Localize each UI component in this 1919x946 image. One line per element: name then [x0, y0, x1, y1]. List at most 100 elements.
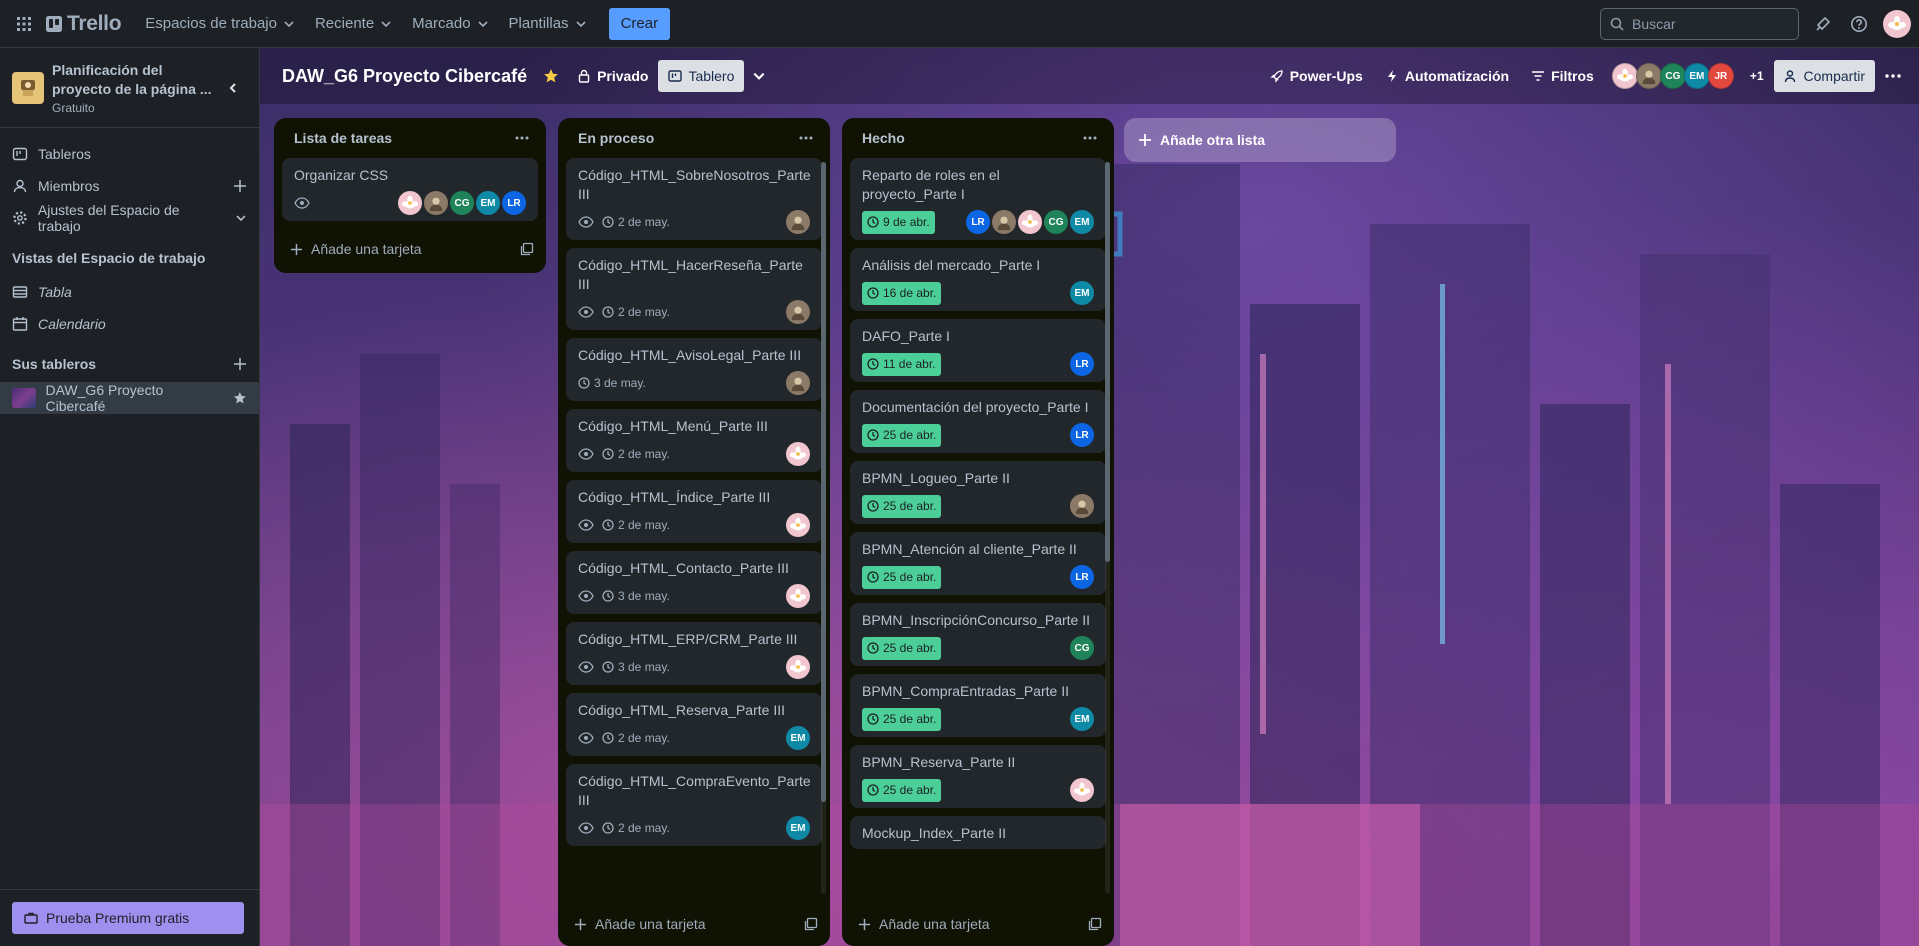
nav-menu-item[interactable]: Reciente [305, 8, 402, 40]
due-date-badge[interactable]: 2 de may. [602, 213, 670, 232]
card[interactable]: DAFO_Parte I 11 de abr. LR [850, 319, 1106, 382]
list-scrollbar-thumb[interactable] [1105, 162, 1110, 562]
list-scrollbar[interactable] [1105, 162, 1110, 894]
powerups-button[interactable]: Power-Ups [1260, 60, 1373, 92]
nav-menu-item[interactable]: Marcado [402, 8, 498, 40]
search-input[interactable]: Buscar [1600, 7, 1799, 40]
member-avatar[interactable]: CG [1070, 636, 1094, 660]
member-avatar[interactable]: EM [786, 726, 810, 750]
member-avatar-photo-icon[interactable] [1070, 494, 1094, 518]
member-avatar-flower-icon[interactable] [398, 191, 422, 215]
due-date-badge[interactable]: 3 de may. [578, 374, 646, 393]
list-menu-icon[interactable] [1078, 126, 1102, 150]
due-date-badge[interactable]: 3 de may. [602, 587, 670, 606]
due-date-badge[interactable]: 9 de abr. [862, 210, 935, 234]
card[interactable]: BPMN_Logueo_Parte II 25 de abr. [850, 461, 1106, 524]
star-board-button[interactable] [535, 60, 567, 92]
due-date-badge[interactable]: 25 de abr. [862, 778, 942, 802]
member-avatar[interactable]: EM [1070, 707, 1094, 731]
add-card-button[interactable]: Añade una tarjeta [290, 241, 422, 257]
card[interactable]: Mockup_Index_Parte II [850, 816, 1106, 849]
member-avatar[interactable]: LR [966, 210, 990, 234]
due-date-badge[interactable]: 3 de may. [602, 658, 670, 677]
card[interactable]: BPMN_CompraEntradas_Parte II 25 de abr. EM [850, 674, 1106, 737]
card-template-icon[interactable] [1088, 917, 1102, 931]
sidebar-item-table-view[interactable]: Tabla [0, 276, 259, 308]
list-scrollbar-thumb[interactable] [821, 162, 826, 802]
member-avatar[interactable]: LR [1070, 352, 1094, 376]
due-date-badge[interactable]: 2 de may. [602, 303, 670, 322]
list-title[interactable]: Lista de tareas [294, 130, 392, 146]
member-avatar[interactable]: EM [1070, 281, 1094, 305]
premium-trial-button[interactable]: Prueba Premium gratis [12, 902, 244, 934]
due-date-badge[interactable]: 25 de abr. [862, 423, 942, 447]
view-switcher-button[interactable] [744, 60, 774, 92]
card[interactable]: Código_HTML_Menú_Parte III 2 de may. [566, 409, 822, 472]
member-avatar-photo-icon[interactable] [1635, 63, 1662, 89]
card[interactable]: Reparto de roles en el proyecto_Parte I 9… [850, 158, 1106, 240]
collapse-sidebar-icon[interactable] [219, 74, 247, 102]
trello-logo[interactable]: Trello [46, 12, 122, 36]
card-template-icon[interactable] [520, 242, 534, 256]
add-member-icon[interactable] [233, 179, 247, 193]
help-icon[interactable] [1847, 12, 1871, 36]
more-members-count[interactable]: +1 [1750, 69, 1764, 83]
member-avatar-flower-icon[interactable] [1611, 63, 1638, 89]
add-board-icon[interactable] [233, 357, 247, 371]
due-date-badge[interactable]: 25 de abr. [862, 636, 942, 660]
sidebar-item-calendar-view[interactable]: Calendario [0, 308, 259, 340]
member-avatar-flower-icon[interactable] [1070, 778, 1094, 802]
member-avatar-photo-icon[interactable] [786, 210, 810, 234]
due-date-badge[interactable]: 25 de abr. [862, 494, 942, 518]
account-avatar[interactable] [1883, 9, 1911, 38]
card[interactable]: Código_HTML_Índice_Parte III 2 de may. [566, 480, 822, 543]
card-template-icon[interactable] [804, 917, 818, 931]
card[interactable]: Organizar CSS CG EM LR [282, 158, 538, 221]
card[interactable]: Análisis del mercado_Parte I 16 de abr. EM [850, 248, 1106, 311]
member-avatar[interactable]: EM [1070, 210, 1094, 234]
card[interactable]: BPMN_InscripciónConcurso_Parte II 25 de a… [850, 603, 1106, 666]
star-icon[interactable] [233, 391, 247, 405]
member-avatar-photo-icon[interactable] [786, 371, 810, 395]
sidebar-item-boards[interactable]: Tableros [0, 138, 259, 170]
nav-menu-item[interactable]: Espacios de trabajo [135, 8, 305, 40]
nav-menu-item[interactable]: Plantillas [499, 8, 597, 40]
board-view-button[interactable]: Tablero [658, 60, 745, 92]
due-date-badge[interactable]: 25 de abr. [862, 565, 942, 589]
member-avatar[interactable]: LR [502, 191, 526, 215]
add-card-button[interactable]: Añade una tarjeta [858, 916, 990, 932]
due-date-badge[interactable]: 11 de abr. [862, 352, 941, 376]
list-scrollbar[interactable] [821, 162, 826, 894]
notifications-icon[interactable] [1811, 12, 1835, 36]
share-button[interactable]: Compartir [1773, 60, 1875, 92]
member-avatar-photo-icon[interactable] [786, 300, 810, 324]
automation-button[interactable]: Automatización [1375, 60, 1519, 92]
member-avatar-flower-icon[interactable] [786, 513, 810, 537]
member-avatar[interactable]: JR [1707, 63, 1734, 89]
member-avatar-flower-icon[interactable] [786, 442, 810, 466]
card[interactable]: BPMN_Reserva_Parte II 25 de abr. [850, 745, 1106, 808]
card[interactable]: Código_HTML_Contacto_Parte III 3 de may. [566, 551, 822, 614]
board-members[interactable]: CG EM JR [1611, 63, 1734, 89]
visibility-button[interactable]: Privado [567, 60, 658, 92]
due-date-badge[interactable]: 2 de may. [602, 516, 670, 535]
member-avatar-flower-icon[interactable] [786, 584, 810, 608]
due-date-badge[interactable]: 2 de may. [602, 819, 670, 838]
card[interactable]: Código_HTML_HacerReseña_Parte III 2 de ma… [566, 248, 822, 330]
list-menu-icon[interactable] [510, 126, 534, 150]
due-date-badge[interactable]: 25 de abr. [862, 707, 942, 731]
due-date-badge[interactable]: 16 de abr. [862, 281, 942, 305]
card[interactable]: BPMN_Atención al cliente_Parte II 25 de a… [850, 532, 1106, 595]
app-switcher-icon[interactable] [12, 12, 36, 36]
sidebar-item-settings[interactable]: Ajustes del Espacio de trabajo [0, 202, 259, 234]
card[interactable]: Código_HTML_ERP/CRM_Parte III 3 de may. [566, 622, 822, 685]
member-avatar-flower-icon[interactable] [786, 655, 810, 679]
card[interactable]: Código_HTML_CompraEvento_Parte III 2 de m… [566, 764, 822, 846]
member-avatar[interactable]: LR [1070, 423, 1094, 447]
member-avatar-flower-icon[interactable] [1018, 210, 1042, 234]
member-avatar[interactable]: LR [1070, 565, 1094, 589]
add-card-button[interactable]: Añade una tarjeta [574, 916, 706, 932]
member-avatar[interactable]: CG [1044, 210, 1068, 234]
add-list-button[interactable]: Añade otra lista [1124, 118, 1396, 162]
member-avatar[interactable]: CG [450, 191, 474, 215]
